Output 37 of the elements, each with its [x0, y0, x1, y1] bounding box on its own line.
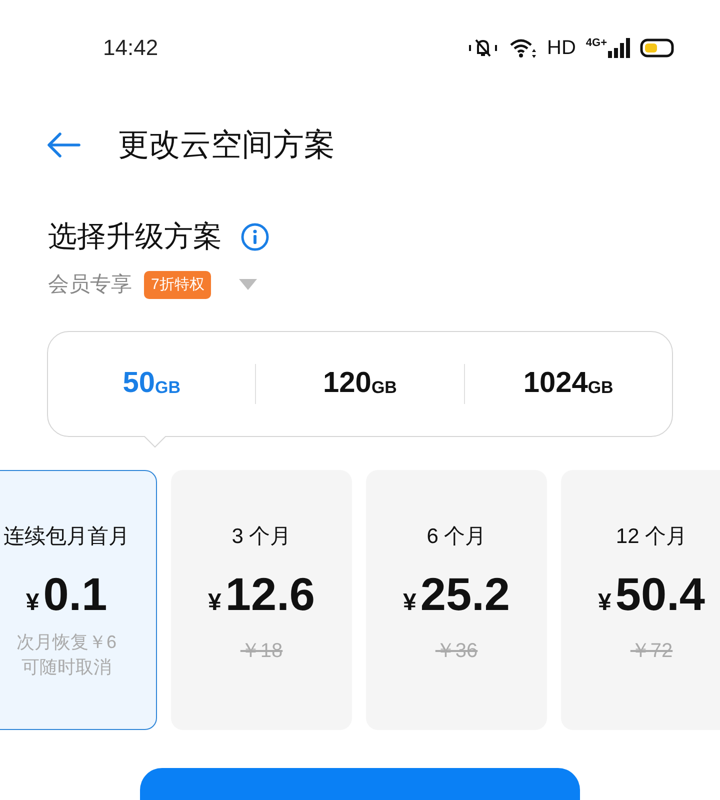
info-icon[interactable] — [240, 222, 270, 252]
plan-period: 12 个月 — [616, 524, 688, 550]
plan-note: 次月恢复￥6 — [16, 631, 116, 654]
network-type-label: 4G+ — [586, 38, 607, 48]
signal-icon — [608, 38, 630, 58]
plan-price: 50.4 — [615, 567, 705, 622]
original-price: ￥18 — [240, 639, 283, 664]
currency-symbol: ¥ — [598, 588, 612, 618]
plan-period: 6 个月 — [426, 524, 486, 550]
page-title: 更改云空间方案 — [118, 126, 335, 164]
capacity-option[interactable]: 1024GB — [464, 332, 672, 436]
capacity-option[interactable]: 120GB — [256, 332, 464, 436]
plan-price: 0.1 — [43, 567, 108, 622]
plan-note: 可随时取消 — [21, 656, 112, 679]
original-price: ￥72 — [630, 639, 673, 664]
plan-card[interactable]: 6 个月 ¥25.2 ￥36 — [366, 470, 547, 730]
original-price: ￥36 — [435, 639, 478, 664]
plan-card[interactable]: 3 个月 ¥12.6 ￥18 — [171, 470, 352, 730]
back-arrow-icon — [47, 132, 81, 158]
status-time: 14:42 — [103, 34, 158, 62]
plan-card[interactable]: 12 个月 ¥50.4 ￥72 — [561, 470, 720, 730]
plan-price: 25.2 — [420, 567, 510, 622]
plan-card[interactable]: 连续包月首月 ¥0.1 次月恢复￥6 可随时取消 — [0, 470, 157, 730]
currency-symbol: ¥ — [403, 588, 416, 618]
plan-period: 连续包月首月 — [4, 524, 130, 550]
battery-icon — [640, 38, 674, 58]
member-label: 会员专享 — [48, 272, 132, 298]
plan-period: 3 个月 — [232, 524, 292, 550]
plan-price: 12.6 — [225, 567, 315, 622]
currency-symbol: ¥ — [26, 588, 40, 618]
currency-symbol: ¥ — [208, 588, 222, 618]
wifi-icon — [509, 36, 537, 58]
muted-bell-icon — [467, 36, 499, 58]
section-title: 选择升级方案 — [48, 220, 222, 255]
discount-tag: 7折特权 — [144, 270, 212, 299]
capacity-option[interactable]: 50GB — [48, 332, 256, 436]
hd-label: HD — [547, 36, 576, 60]
